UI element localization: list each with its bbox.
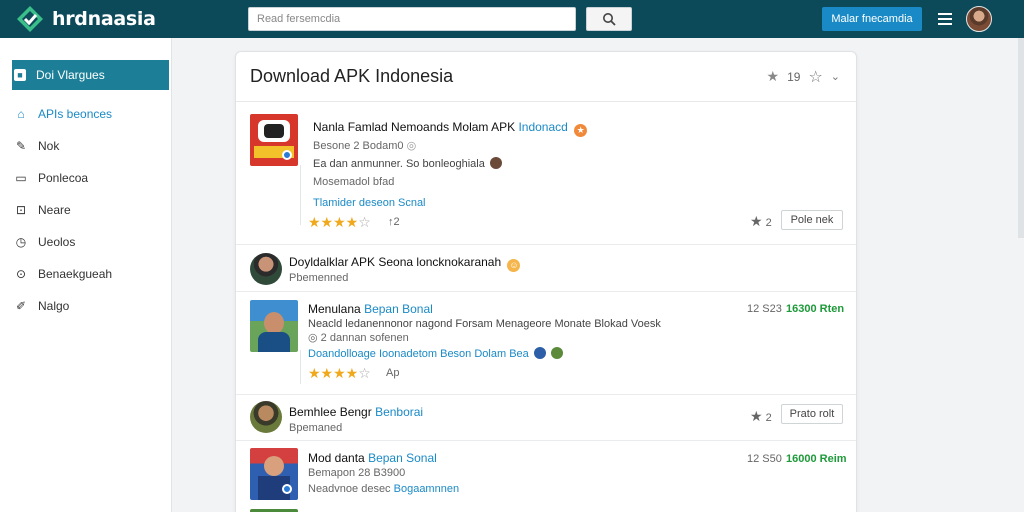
divider	[300, 165, 301, 225]
bookmark-icon: ⊡	[15, 203, 27, 217]
entry-title-link[interactable]: Bepan Sonal	[368, 451, 437, 465]
card-header: Download APK Indonesia ★ 19 ☆ ⌄	[236, 52, 856, 102]
sidebar-item-neare[interactable]: ⊡ Neare	[0, 194, 171, 226]
sidebar-item-ueolos[interactable]: ◷ Ueolos	[0, 226, 171, 258]
search-icon	[603, 13, 616, 26]
entry-title-link[interactable]: Benborai	[375, 405, 423, 419]
sidebar-item-benaekgueah[interactable]: ⊙ Benaekgueah	[0, 258, 171, 290]
hamburger-menu-icon[interactable]	[938, 13, 952, 25]
sidebar-item-label: Benaekgueah	[38, 267, 113, 281]
entry-sub: Pbemenned	[289, 272, 349, 284]
entry-date: 12 S50	[747, 453, 782, 465]
entry-meta: Besone 2 Bodam0	[313, 140, 404, 152]
logo-icon	[16, 5, 44, 33]
sidebar-item-nok[interactable]: ✎ Nok	[0, 130, 171, 162]
mini-avatar	[489, 157, 502, 169]
entry-title: Bemhlee Bengr	[289, 405, 372, 419]
like-icon[interactable]: ★	[750, 213, 763, 229]
entry-sub: Bpemaned	[289, 422, 343, 434]
cta-button[interactable]: Malar fnecamdia	[822, 7, 922, 31]
entry-title-link[interactable]: Indonacd	[518, 120, 567, 134]
entry-title: Mod danta	[308, 451, 365, 465]
card-tools: ★ 19 ☆ ⌄	[767, 67, 840, 87]
brand[interactable]: hrdnaasia	[16, 5, 248, 33]
tool-icon: ✐	[15, 299, 27, 313]
page-title: Download APK Indonesia	[250, 66, 454, 86]
square-icon: ■	[14, 69, 26, 81]
sidebar-item-label: Nalgo	[38, 299, 70, 313]
entry-tags[interactable]: Doandolloage Ioonadetom Beson Dolam Bea	[308, 348, 529, 360]
count: 2	[765, 217, 772, 229]
app-thumbnail	[250, 448, 298, 500]
like-icon[interactable]: ★	[750, 408, 763, 424]
entry-link[interactable]: Tlamider deseon Scnal	[313, 197, 426, 209]
count: 2	[765, 412, 772, 424]
rating-count: 19	[787, 69, 801, 84]
chevron-down-icon[interactable]: ⌄	[831, 70, 840, 83]
badge-icon: ★	[574, 124, 588, 137]
sidebar-item-nalgo[interactable]: ✐ Nalgo	[0, 290, 171, 322]
sidebar-item-label: Nok	[38, 139, 60, 153]
entry-desc: Neadvnoe desec	[308, 483, 391, 495]
star-filled-icon[interactable]: ★	[767, 68, 780, 85]
entry-meta: 2 dannan sofenen	[320, 332, 409, 344]
list-item[interactable]: Bemhlee Bengr Benborai Bpemaned ★ 2 Prat…	[236, 395, 856, 441]
star-rating: ★★★★☆	[308, 214, 371, 230]
home-icon: ⌂	[17, 107, 25, 121]
like-count: 2	[393, 216, 400, 228]
sidebar-item-label: Ponlecoa	[38, 171, 89, 185]
edit-icon: ✎	[15, 139, 27, 153]
entry-desc: Neacld ledanennonor nagond Forsam Menage…	[308, 318, 661, 330]
entry-price: 16300 Rten	[786, 303, 845, 315]
list-item[interactable]: Doyldalklar APK Seona loncknokaranah ☺ P…	[236, 245, 856, 292]
list-item[interactable]: Nanla Famlad Nemoands Molam APK Indonacd…	[236, 103, 856, 245]
brand-name: hrdnaasia	[52, 8, 156, 30]
scrollbar[interactable]	[1018, 38, 1024, 238]
sidebar-item-apis[interactable]: ⌂ APIs beonces	[0, 98, 171, 130]
window-icon: ▭	[15, 171, 27, 185]
search-button[interactable]	[586, 7, 632, 31]
entry-title: Doyldalklar APK Seona loncknokaranah	[289, 255, 502, 269]
sidebar-item-label: Ueolos	[38, 235, 76, 249]
sidebar: ■ Doi Vlargues ⌂ APIs beonces ✎ Nok ▭ Po…	[0, 38, 172, 512]
mini-avatar	[533, 347, 546, 359]
entry-desc: Ea dan anmunner. So bonleoghiala	[313, 158, 485, 170]
list-item[interactable]: Mod danta Bepan Sonal 12 S50 16000 Reim …	[236, 441, 856, 512]
clock-icon: ◷	[15, 235, 27, 249]
sidebar-item-label: APIs beonces	[38, 107, 113, 121]
avatar	[250, 401, 282, 433]
user-avatar[interactable]	[966, 6, 992, 32]
entry-title-link[interactable]: Bepan Bonal	[364, 302, 433, 316]
action-button[interactable]: Pole nek	[781, 210, 843, 230]
app-thumbnail	[250, 300, 298, 352]
search-input[interactable]: Read fersemcdia	[248, 7, 576, 31]
entry-title: Nanla Famlad Nemoands Molam APK	[313, 120, 516, 134]
sidebar-item-label: Doi Vlargues	[36, 68, 105, 82]
entry-desc-link[interactable]: Bogaamnnen	[394, 483, 459, 495]
star-rating: ★★★★☆	[308, 365, 371, 381]
action-button[interactable]: Prato rolt	[781, 404, 843, 424]
mini-avatar	[550, 347, 563, 359]
entry-meta: Bemapon 28 B3900	[308, 467, 406, 479]
entry-date: 12 S23	[747, 303, 782, 315]
star-outline-icon[interactable]: ☆	[808, 67, 822, 87]
list-item[interactable]: Menulana Bepan Bonal 12 S23 16300 Rten N…	[236, 292, 856, 395]
emoji-icon: ☺	[507, 259, 521, 272]
main-card: Download APK Indonesia ★ 19 ☆ ⌄ Nanla Fa…	[235, 51, 857, 512]
divider	[300, 350, 301, 384]
app-thumbnail	[250, 114, 298, 166]
verified-icon: ◎	[308, 332, 318, 344]
sidebar-item-active[interactable]: ■ Doi Vlargues	[12, 60, 169, 90]
sidebar-item-label: Neare	[38, 203, 71, 217]
search-placeholder: Read fersemcdia	[257, 13, 341, 25]
like-count: Ap	[386, 367, 400, 379]
settings-icon: ⊙	[15, 267, 27, 281]
top-header: hrdnaasia Read fersemcdia Malar fnecamdi…	[0, 0, 1024, 38]
verified-icon: ◎	[406, 140, 417, 152]
sidebar-item-ponlecoa[interactable]: ▭ Ponlecoa	[0, 162, 171, 194]
entry-price: 16000 Reim	[786, 453, 847, 465]
entry-title: Menulana	[308, 302, 361, 316]
avatar	[250, 253, 282, 285]
entry-sub: Mosemadol bfad	[313, 176, 395, 188]
